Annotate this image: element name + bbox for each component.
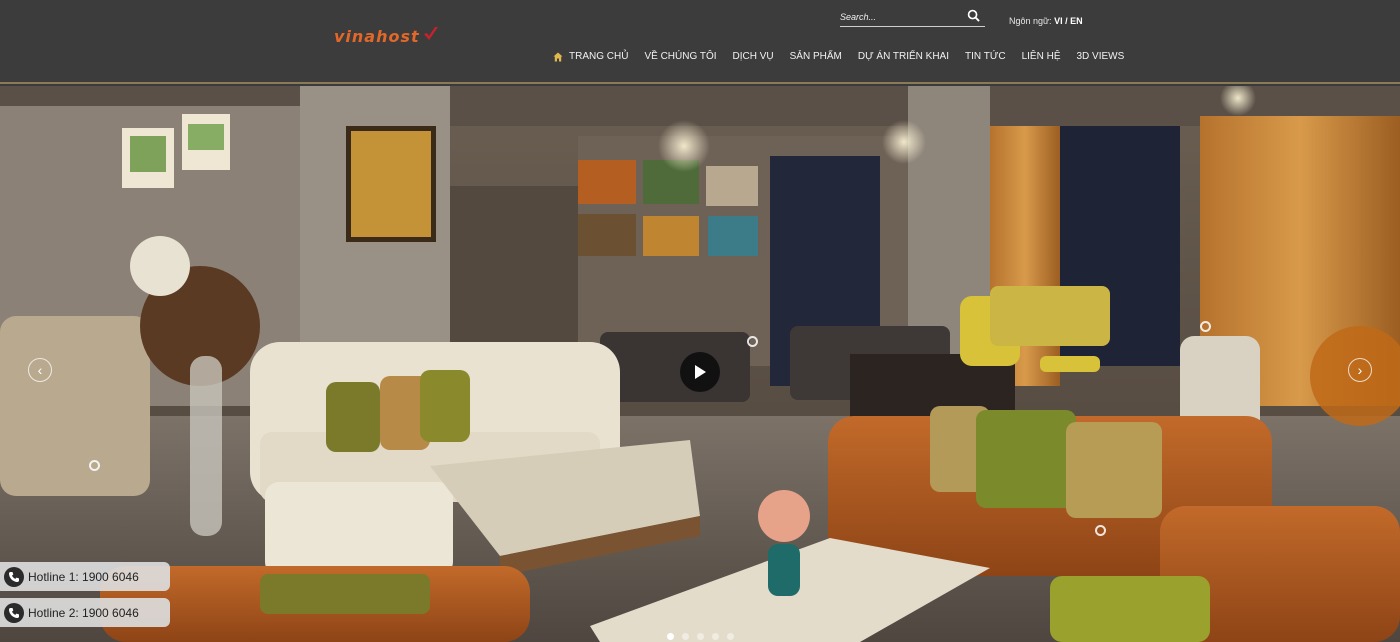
hero-slider[interactable]: ‹ › Hotline 1: 1900 6046 Hotline 2: 1900…	[0, 86, 1400, 642]
hotline-1-label: Hotline 1: 1900 6046	[28, 569, 139, 584]
slider-prev-button[interactable]: ‹	[28, 358, 52, 382]
search-icon[interactable]	[967, 9, 980, 22]
slider-dot[interactable]	[727, 633, 734, 640]
hotline-2-button[interactable]: Hotline 2: 1900 6046	[0, 598, 170, 627]
language-value[interactable]: VI / EN	[1054, 16, 1083, 26]
home-icon	[553, 52, 563, 61]
slider-pagination	[667, 633, 742, 640]
product-hotspot[interactable]	[89, 460, 100, 471]
logo-text: vinahost	[334, 27, 420, 46]
phone-icon	[4, 566, 24, 587]
language-label: Ngôn ngữ:	[1009, 16, 1052, 26]
nav-item-news[interactable]: TIN TỨC	[965, 51, 1006, 62]
slider-next-button[interactable]: ›	[1348, 358, 1372, 382]
site-logo[interactable]: vinahost	[334, 26, 440, 46]
nav-item-contact[interactable]: LIÊN HỆ	[1022, 51, 1061, 62]
nav-item-services[interactable]: DỊCH VỤ	[733, 51, 774, 62]
slider-dot[interactable]	[712, 633, 719, 640]
slider-dot[interactable]	[682, 633, 689, 640]
phone-icon	[4, 602, 24, 623]
search-box	[840, 7, 985, 27]
nav-item-3d-views[interactable]: 3D VIEWS	[1077, 51, 1125, 62]
play-icon	[695, 365, 706, 379]
site-header: vinahost Ngôn ngữ: VI / EN TRANG CHỦ VỀ …	[0, 0, 1400, 84]
slider-dot[interactable]	[697, 633, 704, 640]
nav-label-home: TRANG CHỦ	[569, 51, 629, 62]
main-nav: TRANG CHỦ VỀ CHÚNG TÔI DỊCH VỤ SẢN PHẨM …	[553, 51, 1124, 62]
nav-item-projects[interactable]: DỰ ÁN TRIỂN KHAI	[858, 51, 949, 62]
slider-dot[interactable]	[667, 633, 674, 640]
play-video-button[interactable]	[680, 352, 720, 392]
search-input[interactable]	[840, 8, 960, 26]
product-hotspot[interactable]	[1200, 321, 1211, 332]
nav-item-about[interactable]: VỀ CHÚNG TÔI	[644, 51, 716, 62]
language-switcher[interactable]: Ngôn ngữ: VI / EN	[1009, 16, 1083, 26]
logo-check-icon	[423, 26, 438, 40]
nav-item-home[interactable]: TRANG CHỦ	[553, 51, 628, 62]
hotline-2-label: Hotline 2: 1900 6046	[28, 605, 139, 620]
hotline-1-button[interactable]: Hotline 1: 1900 6046	[0, 562, 170, 591]
product-hotspot[interactable]	[1095, 525, 1106, 536]
nav-item-products[interactable]: SẢN PHẨM	[790, 51, 842, 62]
product-hotspot[interactable]	[747, 336, 758, 347]
